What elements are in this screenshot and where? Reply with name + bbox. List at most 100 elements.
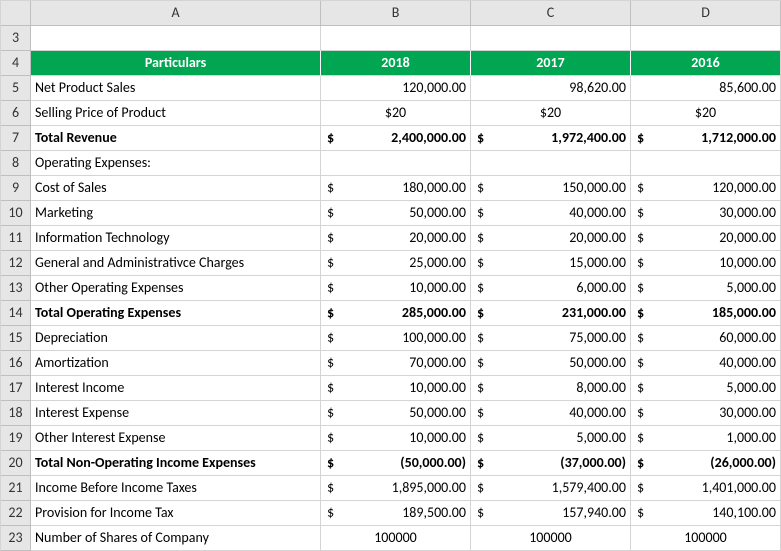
col-header-C[interactable]: C	[471, 1, 631, 26]
value-cell[interactable]: 98,620.00	[471, 76, 631, 101]
value-cell[interactable]: $189,500.00	[321, 501, 471, 526]
value-cell[interactable]: $(26,000.00)	[631, 451, 781, 476]
row-header[interactable]: 14	[1, 301, 31, 326]
value-cell[interactable]: $15,000.00	[471, 251, 631, 276]
value-cell[interactable]: $20	[471, 101, 631, 126]
value-cell[interactable]: $10,000.00	[321, 276, 471, 301]
value-cell[interactable]: $20	[321, 101, 471, 126]
value-cell[interactable]: $30,000.00	[631, 401, 781, 426]
value-cell[interactable]: $120,000.00	[631, 176, 781, 201]
label-cell[interactable]: Provision for Income Tax	[31, 501, 321, 526]
label-cell[interactable]: Amortization	[31, 351, 321, 376]
label-cell[interactable]: Other Interest Expense	[31, 426, 321, 451]
row-header[interactable]: 21	[1, 476, 31, 501]
row-header[interactable]: 12	[1, 251, 31, 276]
row-header[interactable]: 10	[1, 201, 31, 226]
value-cell[interactable]: $70,000.00	[321, 351, 471, 376]
row-header[interactable]: 11	[1, 226, 31, 251]
value-cell[interactable]: $20,000.00	[471, 226, 631, 251]
label-cell[interactable]: Interest Income	[31, 376, 321, 401]
value-cell[interactable]: $285,000.00	[321, 301, 471, 326]
value-cell[interactable]: $6,000.00	[471, 276, 631, 301]
col-header-A[interactable]: A	[31, 1, 321, 26]
row-header[interactable]: 20	[1, 451, 31, 476]
label-cell[interactable]: Marketing	[31, 201, 321, 226]
header-2018[interactable]: 2018	[321, 51, 471, 76]
value-cell[interactable]: $10,000.00	[321, 426, 471, 451]
row-header[interactable]: 19	[1, 426, 31, 451]
value-cell[interactable]: $(50,000.00)	[321, 451, 471, 476]
cell-D3[interactable]	[631, 26, 781, 51]
label-cell[interactable]: General and Administrativce Charges	[31, 251, 321, 276]
value-cell[interactable]: $1,579,400.00	[471, 476, 631, 501]
value-cell[interactable]: 120,000.00	[321, 76, 471, 101]
value-cell[interactable]: 85,600.00	[631, 76, 781, 101]
value-cell[interactable]: $40,000.00	[471, 401, 631, 426]
label-cell[interactable]: Total Revenue	[31, 126, 321, 151]
value-cell[interactable]: $30,000.00	[631, 201, 781, 226]
value-cell[interactable]: $40,000.00	[471, 201, 631, 226]
label-cell[interactable]: Information Technology	[31, 226, 321, 251]
value-cell[interactable]: $100,000.00	[321, 326, 471, 351]
cell-A3[interactable]	[31, 26, 321, 51]
value-cell[interactable]: $50,000.00	[321, 201, 471, 226]
value-cell[interactable]: $1,972,400.00	[471, 126, 631, 151]
cell-B3[interactable]	[321, 26, 471, 51]
label-cell[interactable]: Selling Price of Product	[31, 101, 321, 126]
label-cell[interactable]: Net Product Sales	[31, 76, 321, 101]
row-header[interactable]: 5	[1, 76, 31, 101]
value-cell[interactable]: $10,000.00	[631, 251, 781, 276]
row-header[interactable]: 4	[1, 51, 31, 76]
value-cell[interactable]: $157,940.00	[471, 501, 631, 526]
value-cell[interactable]: $150,000.00	[471, 176, 631, 201]
cell-C3[interactable]	[471, 26, 631, 51]
value-cell[interactable]: $20,000.00	[321, 226, 471, 251]
row-header[interactable]: 13	[1, 276, 31, 301]
row-header[interactable]: 9	[1, 176, 31, 201]
value-cell[interactable]: $60,000.00	[631, 326, 781, 351]
value-cell[interactable]: $1,895,000.00	[321, 476, 471, 501]
header-2017[interactable]: 2017	[471, 51, 631, 76]
value-cell[interactable]: $20	[631, 101, 781, 126]
value-cell[interactable]: $140,100.00	[631, 501, 781, 526]
value-cell[interactable]: $20,000.00	[631, 226, 781, 251]
value-cell[interactable]: $10,000.00	[321, 376, 471, 401]
label-cell[interactable]: Other Operating Expenses	[31, 276, 321, 301]
row-header[interactable]: 16	[1, 351, 31, 376]
value-cell[interactable]	[631, 151, 781, 176]
value-cell[interactable]: 100000	[471, 526, 631, 551]
label-cell[interactable]: Total Non-Operating Income Expenses	[31, 451, 321, 476]
value-cell[interactable]: $1,000.00	[631, 426, 781, 451]
row-header[interactable]: 18	[1, 401, 31, 426]
col-header-D[interactable]: D	[631, 1, 781, 26]
value-cell[interactable]: $25,000.00	[321, 251, 471, 276]
row-header[interactable]: 22	[1, 501, 31, 526]
value-cell[interactable]: $50,000.00	[471, 351, 631, 376]
value-cell[interactable]: $40,000.00	[631, 351, 781, 376]
value-cell[interactable]: $(37,000.00)	[471, 451, 631, 476]
value-cell[interactable]: $1,401,000.00	[631, 476, 781, 501]
label-cell[interactable]: Operating Expenses:	[31, 151, 321, 176]
label-cell[interactable]: Cost of Sales	[31, 176, 321, 201]
row-header[interactable]: 8	[1, 151, 31, 176]
row-header[interactable]: 15	[1, 326, 31, 351]
header-2016[interactable]: 2016	[631, 51, 781, 76]
label-cell[interactable]: Total Operating Expenses	[31, 301, 321, 326]
col-header-B[interactable]: B	[321, 1, 471, 26]
label-cell[interactable]: Income Before Income Taxes	[31, 476, 321, 501]
spreadsheet-grid[interactable]: A B C D 3 4 Particulars 2018 2017 2016 5…	[0, 0, 781, 551]
value-cell[interactable]: $2,400,000.00	[321, 126, 471, 151]
value-cell[interactable]: $5,000.00	[471, 426, 631, 451]
value-cell[interactable]: 100000	[631, 526, 781, 551]
value-cell[interactable]: $185,000.00	[631, 301, 781, 326]
value-cell[interactable]: $50,000.00	[321, 401, 471, 426]
value-cell[interactable]	[321, 151, 471, 176]
row-header[interactable]: 7	[1, 126, 31, 151]
row-header[interactable]: 17	[1, 376, 31, 401]
value-cell[interactable]: $75,000.00	[471, 326, 631, 351]
value-cell[interactable]: $8,000.00	[471, 376, 631, 401]
value-cell[interactable]: $231,000.00	[471, 301, 631, 326]
value-cell[interactable]: $1,712,000.00	[631, 126, 781, 151]
row-header[interactable]: 6	[1, 101, 31, 126]
value-cell[interactable]: $5,000.00	[631, 376, 781, 401]
